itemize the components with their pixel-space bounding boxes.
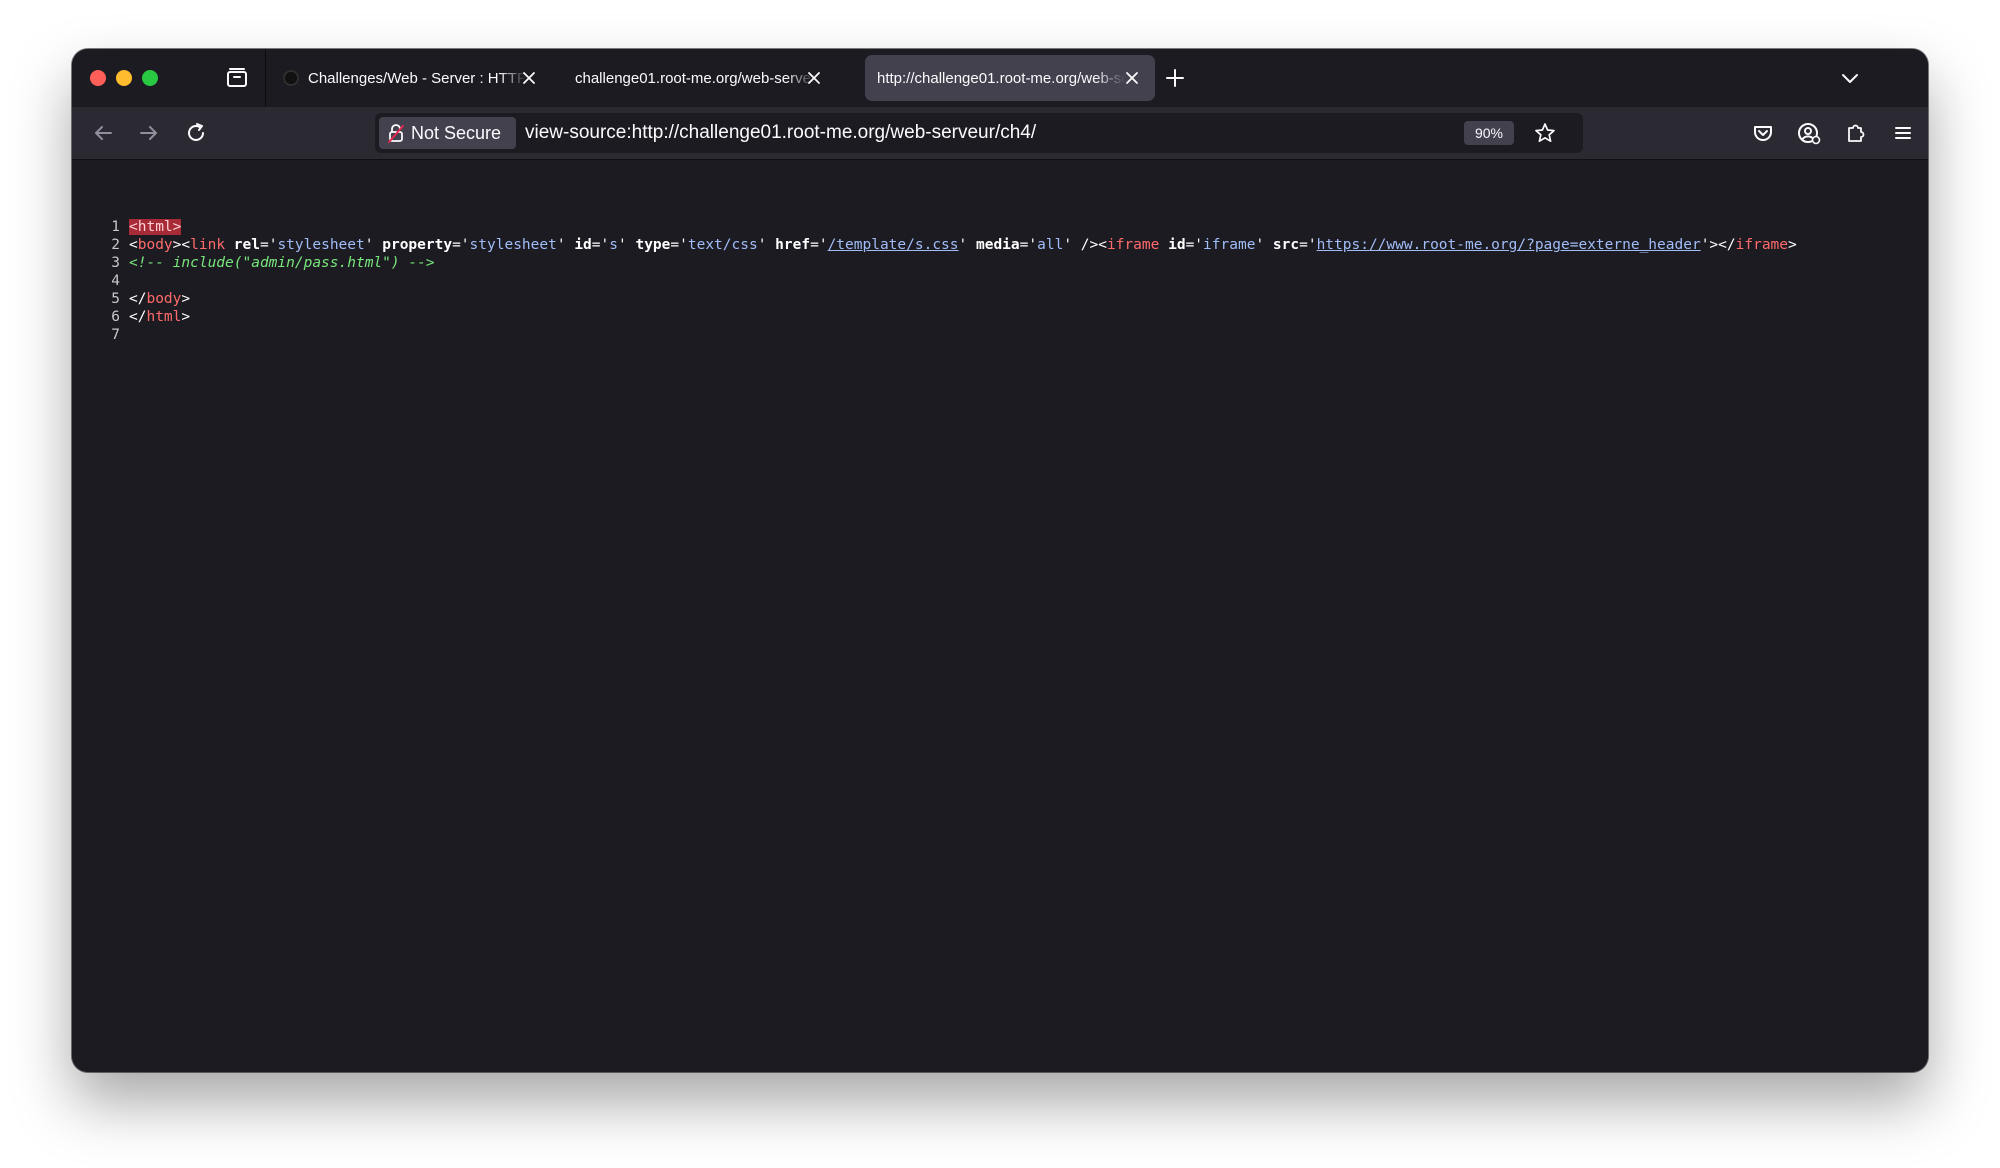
source-line-3: 3 <!-- include("admin/pass.html") --> <box>72 254 435 272</box>
broken-lock-icon <box>388 124 404 143</box>
line-number: 2 <box>111 237 120 253</box>
list-all-tabs-chevron-down-icon[interactable] <box>1836 64 1864 92</box>
tab-title: http://challenge01.root-me.org/web-serve… <box>877 69 1125 87</box>
new-tab-plus-icon[interactable] <box>1162 65 1188 91</box>
attr-value: stylesheet <box>469 237 557 253</box>
zoom-level-button[interactable]: 90% <box>1464 121 1514 145</box>
not-secure-label: Not Secure <box>411 122 502 143</box>
navigation-toolbar: Not Secure view-source:http://challenge0… <box>72 107 1928 160</box>
attr-name: src <box>1272 237 1300 253</box>
back-arrow-icon[interactable] <box>90 120 116 146</box>
tab-bar: Challenges/Web - Server : HTTP - Directo… <box>72 49 1928 108</box>
iframe-tag: iframe <box>1106 237 1160 253</box>
tag-bracket: < <box>129 219 138 235</box>
attr-name: type <box>635 237 671 253</box>
stylesheet-link[interactable]: /template/s.css <box>828 237 959 253</box>
attr-value: all <box>1037 237 1064 253</box>
source-line-5: 5 </body> <box>72 290 190 308</box>
link-tag: link <box>190 237 226 253</box>
attr-name: rel <box>233 237 260 253</box>
line-number: 6 <box>111 309 120 325</box>
attr-name: property <box>382 237 453 253</box>
tag-bracket: > <box>181 309 191 325</box>
tab-separator <box>265 49 266 107</box>
forward-arrow-icon[interactable] <box>136 120 162 146</box>
line-number: 7 <box>111 327 120 343</box>
body-tag: body <box>137 237 173 253</box>
close-tab-icon[interactable] <box>803 67 825 89</box>
tab-challenge01[interactable]: challenge01.root-me.org/web-serveur/ch4/ <box>559 55 837 101</box>
tag-bracket: /> <box>1080 237 1099 253</box>
body-close-tag: body <box>146 291 182 307</box>
tag-bracket: < <box>129 237 138 253</box>
iframe-close-tag: iframe <box>1735 237 1789 253</box>
tab-title: challenge01.root-me.org/web-serveur/ch4/ <box>575 69 815 87</box>
attr-name: id <box>574 237 592 253</box>
close-tab-icon[interactable] <box>518 67 540 89</box>
browser-window: Challenges/Web - Server : HTTP - Directo… <box>72 49 1928 1072</box>
source-line-1: 1 <html> <box>72 218 182 236</box>
hamburger-menu-icon[interactable] <box>1890 120 1916 146</box>
view-source-content: 1 <html> 2 <body><link rel='stylesheet' pr… <box>72 160 1928 1072</box>
attr-name: href <box>775 237 811 253</box>
tag-bracket: </ <box>1718 237 1736 253</box>
attr-value: iframe <box>1203 237 1256 253</box>
extensions-puzzle-icon[interactable] <box>1843 120 1869 146</box>
tab-title: Challenges/Web - Server : HTTP - Directo… <box>308 69 526 87</box>
rootme-favicon-icon <box>283 70 299 86</box>
url-text[interactable]: view-source:http://challenge01.root-me.o… <box>525 113 1036 153</box>
minimize-window-button[interactable] <box>116 70 132 86</box>
line-number: 3 <box>111 255 120 271</box>
account-icon[interactable] <box>1796 120 1822 146</box>
line-number: 4 <box>111 273 120 289</box>
maximize-window-button[interactable] <box>142 70 158 86</box>
source-line-4: 4 <box>72 272 129 290</box>
tag-bracket: </ <box>129 309 147 325</box>
tab-challenges[interactable]: Challenges/Web - Server : HTTP - Directo… <box>272 55 552 101</box>
bookmark-star-icon[interactable] <box>1533 121 1557 145</box>
attr-name: id <box>1168 237 1186 253</box>
not-secure-indicator[interactable]: Not Secure <box>379 117 516 149</box>
address-bar[interactable]: Not Secure view-source:http://challenge0… <box>375 113 1583 153</box>
tag-bracket: > <box>1709 237 1719 253</box>
tab-view-source[interactable]: http://challenge01.root-me.org/web-serve… <box>865 55 1155 101</box>
attr-value: stylesheet <box>277 237 365 253</box>
source-line-7: 7 <box>72 326 129 344</box>
html-tag: html <box>137 219 173 235</box>
tag-bracket: > <box>1788 237 1797 253</box>
source-line-2: 2 <body><link rel='stylesheet' property='… <box>72 236 1797 254</box>
attr-value: s <box>609 237 618 253</box>
firefox-view-icon[interactable] <box>224 65 250 91</box>
pocket-icon[interactable] <box>1750 120 1776 146</box>
attr-name: media <box>975 237 1020 253</box>
line-number: 5 <box>111 291 120 307</box>
line-number: 1 <box>111 219 120 235</box>
source-line-6: 6 </html> <box>72 308 190 326</box>
close-window-button[interactable] <box>90 70 106 86</box>
close-tab-icon[interactable] <box>1121 67 1143 89</box>
attr-value: text/css <box>687 237 758 253</box>
tag-bracket: > <box>172 219 182 235</box>
tag-bracket: </ <box>129 291 147 307</box>
tag-bracket: < <box>181 237 191 253</box>
iframe-src-link[interactable]: https://www.root-me.org/?page=externe_he… <box>1317 237 1701 253</box>
reload-icon[interactable] <box>183 120 209 146</box>
html-close-tag: html <box>146 309 182 325</box>
tag-bracket: > <box>181 291 191 307</box>
tag-bracket: < <box>1098 237 1107 253</box>
html-comment: <!-- include("admin/pass.html") --> <box>129 255 435 271</box>
